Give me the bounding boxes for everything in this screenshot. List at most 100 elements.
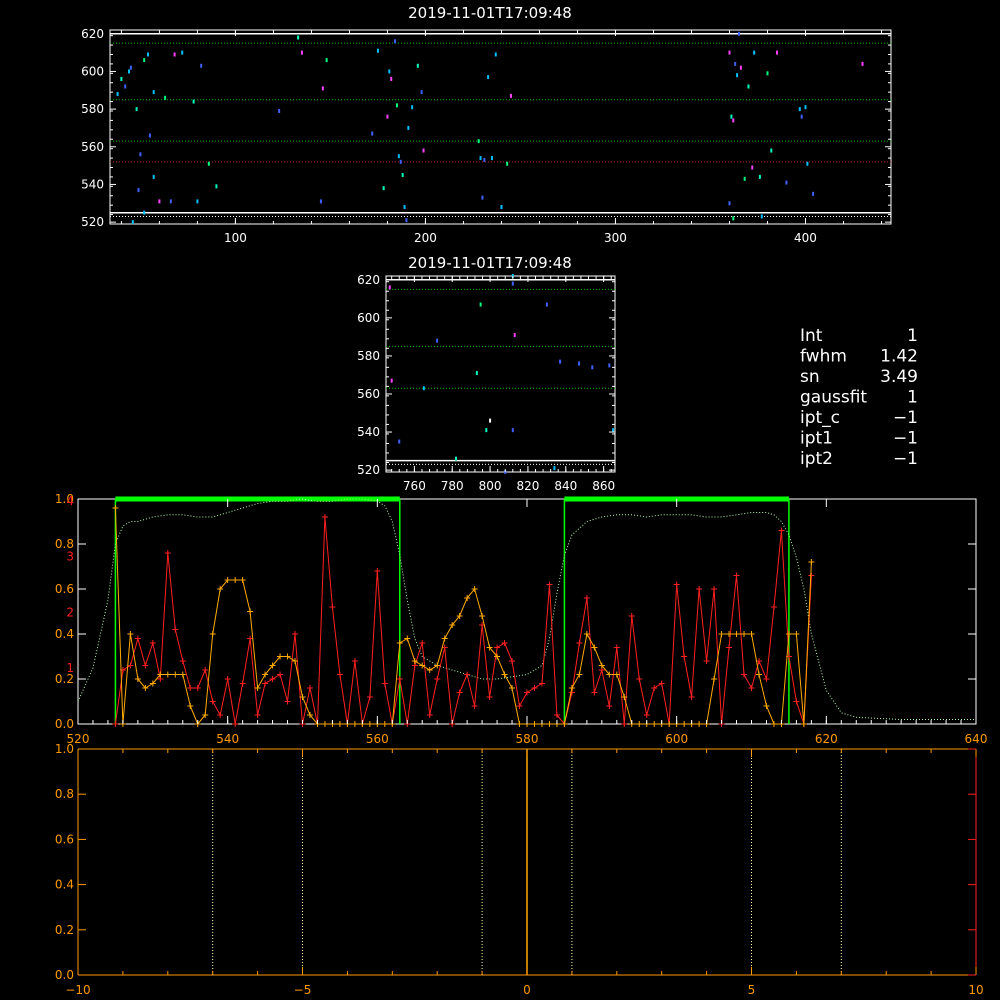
top-point [747, 84, 750, 89]
top-xtick-label: 300 [604, 231, 627, 245]
info-label: ipt2 [800, 449, 833, 469]
info-value: 1 [907, 388, 918, 408]
middle-ytick-label: 520 [357, 463, 380, 477]
top-point [479, 156, 482, 161]
profile-xtick-label: 540 [216, 732, 239, 746]
top-point [760, 214, 763, 219]
middle-point [436, 338, 439, 343]
profile-red-label: 1 [66, 661, 74, 675]
top-point [278, 108, 281, 113]
top-point [128, 69, 131, 74]
top-point [390, 76, 393, 81]
top-point [192, 99, 195, 104]
middle-point [489, 418, 492, 423]
top-point [861, 61, 864, 66]
top-point [131, 220, 134, 225]
middle-xtick-label: 840 [554, 479, 577, 493]
middle-ytick-label: 580 [357, 349, 380, 363]
top-ytick-label: 540 [81, 177, 104, 191]
middle-point [485, 428, 488, 433]
top-point [147, 52, 150, 57]
middle-point [545, 302, 548, 307]
top-point [483, 157, 486, 162]
top-point [732, 118, 735, 123]
middle-point [398, 439, 401, 444]
top-point [730, 114, 733, 119]
top-point [321, 86, 324, 91]
top-point [806, 161, 809, 166]
top-point [135, 107, 138, 112]
bottom-xtick-label: 5 [748, 983, 756, 997]
info-label: sn [800, 367, 820, 387]
info-value: 1 [907, 326, 918, 346]
profile-ytick-label: 0.0 [55, 717, 74, 731]
top-point [494, 52, 497, 57]
middle-point [513, 332, 516, 337]
middle-point [612, 428, 615, 433]
top-point [143, 210, 146, 215]
bottom-xtick-label: −10 [65, 983, 90, 997]
profile-xtick-label: 560 [366, 732, 389, 746]
top-point [388, 69, 391, 74]
info-value: −1 [893, 408, 918, 428]
bottom-ytick-label: 0.8 [55, 787, 74, 801]
top-xtick-label: 200 [414, 231, 437, 245]
bottom-xtick-label: −5 [294, 983, 312, 997]
top-chart-title: 2019-11-01T17:09:48 [408, 4, 572, 22]
bottom-ytick-label: 1.0 [55, 742, 74, 756]
middle-point [608, 363, 611, 368]
middle-point [511, 281, 514, 286]
top-point [509, 93, 512, 98]
top-point [743, 176, 746, 181]
top-point [325, 58, 328, 63]
top-point [798, 107, 801, 112]
info-label: fwhm [800, 347, 847, 367]
middle-xtick-label: 820 [516, 479, 539, 493]
middle-xtick-label: 760 [403, 479, 426, 493]
top-point [376, 48, 379, 53]
profile-red-label: 2 [66, 605, 74, 619]
figure-canvas: 2019-11-01T17:09:48 100 200 300 40052054056… [0, 0, 1000, 1000]
top-point [371, 131, 374, 136]
top-point [775, 50, 778, 55]
top-point [386, 114, 389, 119]
middle-point [559, 359, 562, 364]
middle-xtick-label: 780 [441, 479, 464, 493]
info-label: ipt_c [800, 408, 840, 428]
top-point [173, 52, 176, 57]
top-point [736, 73, 739, 78]
top-ytick-label: 600 [81, 64, 104, 78]
bottom-ytick-label: 0.0 [55, 968, 74, 982]
profile-xtick-label: 640 [965, 732, 988, 746]
top-point [506, 161, 509, 166]
top-point [728, 50, 731, 55]
top-point [152, 174, 155, 179]
middle-point [578, 361, 581, 366]
top-xtick-label: 100 [224, 231, 247, 245]
top-point [766, 71, 769, 76]
top-point [215, 184, 218, 189]
top-point [403, 205, 406, 210]
profile-xtick-label: 580 [516, 732, 539, 746]
top-point [785, 180, 788, 185]
info-value: 1.42 [880, 347, 918, 367]
top-ytick-label: 580 [81, 102, 104, 116]
middle-point [511, 428, 514, 433]
top-point [490, 156, 493, 161]
middle-point [390, 378, 393, 383]
info-label: Int [800, 326, 823, 346]
top-point [319, 199, 322, 204]
profile-xtick-label: 600 [665, 732, 688, 746]
top-point [124, 84, 127, 89]
top-point [139, 152, 142, 157]
top-point [728, 201, 731, 206]
top-point [397, 154, 400, 159]
top-point [200, 63, 203, 68]
bottom-ytick-label: 0.4 [55, 878, 74, 892]
middle-point [591, 365, 594, 370]
top-point [477, 139, 480, 144]
middle-ytick-label: 540 [357, 425, 380, 439]
bottom-ytick-label: 0.2 [55, 923, 74, 937]
top-point [207, 161, 210, 166]
profile-red-label: 3 [66, 550, 74, 564]
